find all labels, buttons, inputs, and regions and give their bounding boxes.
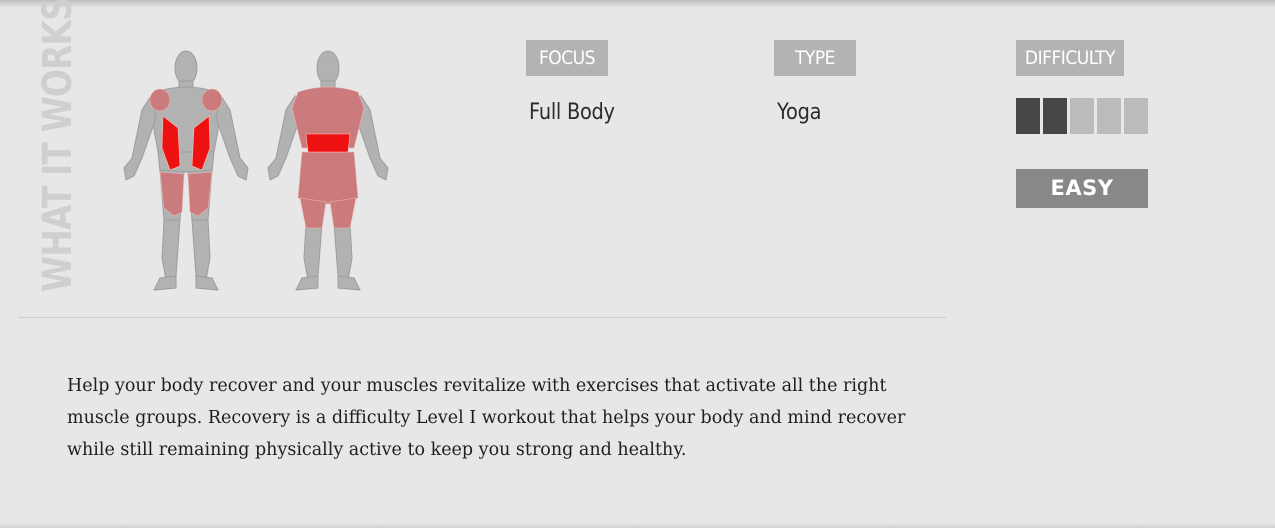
workout-description: Help your body recover and your muscles … xyxy=(67,376,906,460)
bottom-shadow xyxy=(0,522,1275,528)
difficulty-segment xyxy=(1124,98,1148,134)
difficulty-meter xyxy=(1016,98,1148,134)
difficulty-segment xyxy=(1016,98,1040,134)
back-body-figure-icon xyxy=(267,50,389,291)
difficulty-level-badge: EASY xyxy=(1016,169,1148,208)
difficulty-tag: DIFFICULTY xyxy=(1016,40,1124,76)
focus-tag: FOCUS xyxy=(526,40,608,76)
focus-value: Full Body xyxy=(529,100,615,125)
difficulty-segment xyxy=(1043,98,1067,134)
type-value: Yoga xyxy=(777,100,822,125)
top-shadow xyxy=(0,0,1275,8)
front-body-figure-icon xyxy=(123,50,249,291)
difficulty-segment xyxy=(1097,98,1121,134)
section-title: WHAT IT WORKS xyxy=(35,0,81,292)
divider xyxy=(18,317,946,318)
difficulty-segment xyxy=(1070,98,1094,134)
type-tag: TYPE xyxy=(774,40,856,76)
